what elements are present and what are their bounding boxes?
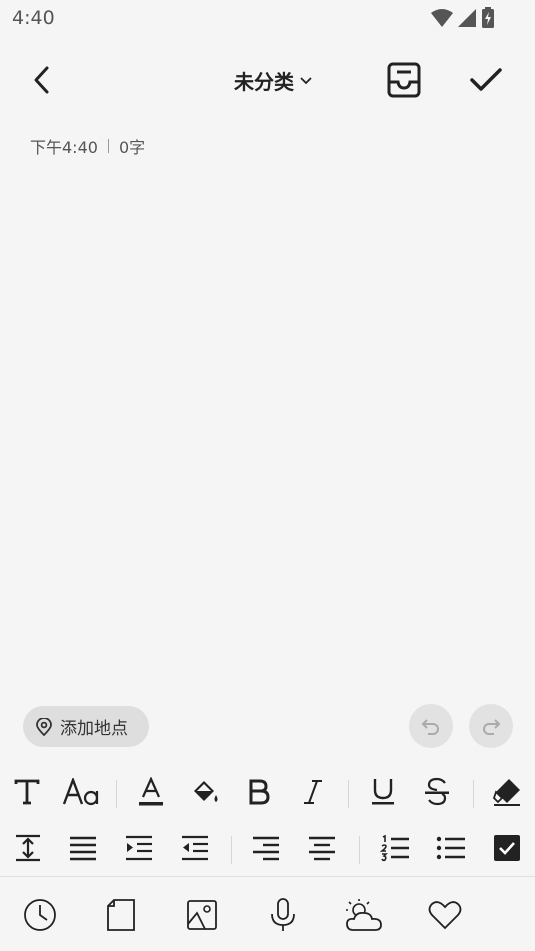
add-location-label: 添加地点 [60,719,128,739]
outdent-icon [182,835,208,861]
word-count: 0字 [118,138,146,157]
mood-button[interactable] [424,894,466,936]
indent-icon [126,835,152,861]
clear-format-button[interactable] [487,772,527,812]
format-toolbar-row-2 [0,820,535,876]
line-height-button[interactable] [8,828,48,868]
strikethrough-button[interactable] [417,772,457,812]
chevron-left-icon [34,66,49,94]
microphone-icon [271,898,295,931]
format-toolbar-row-1 [0,764,535,820]
bullet-list-icon [436,836,465,860]
highlight-bucket-icon [194,781,218,802]
align-right-icon [253,836,279,861]
heart-icon [428,901,462,930]
toolbar-divider [348,780,349,808]
checkbox-icon [494,835,520,861]
font-size-button[interactable] [61,772,101,812]
note-time: 下午4:40 [30,138,98,157]
numbered-list-icon [380,834,409,862]
italic-icon [304,780,322,804]
toolbar-divider [116,780,117,808]
text-color-button[interactable] [131,772,171,812]
text-style-icon [14,779,40,805]
align-right-button[interactable] [246,828,286,868]
align-center-icon [309,836,335,861]
category-selector[interactable]: 未分类 [234,66,312,95]
reminder-button[interactable] [19,894,61,936]
bottom-toolbar [0,878,535,951]
note-meta: 下午4:40 0字 [30,134,145,158]
numbered-list-button[interactable] [375,828,415,868]
align-left-icon [70,836,96,861]
category-label: 未分类 [234,70,294,94]
toolbar-divider [359,836,360,864]
indent-button[interactable] [119,828,159,868]
toolbar-divider [473,780,474,808]
top-bar: 未分类 [0,52,535,108]
weather-icon [346,899,382,931]
clock-icon [24,899,56,931]
undo-icon [421,719,439,735]
inbox-icon [387,62,421,98]
outdent-button[interactable] [175,828,215,868]
italic-button[interactable] [293,772,333,812]
check-icon [470,68,502,91]
status-icons [431,7,495,29]
done-button[interactable] [466,60,506,100]
add-location-button[interactable]: 添加地点 [23,706,149,747]
wifi-icon [431,9,453,27]
redo-button[interactable] [469,704,513,748]
image-button[interactable] [181,894,223,936]
attachment-button[interactable] [100,894,142,936]
image-icon [187,900,217,930]
bold-icon [249,779,270,805]
bullet-list-button[interactable] [431,828,471,868]
weather-button[interactable] [343,894,385,936]
toolbar-divider [231,836,232,864]
underline-icon [372,779,394,805]
redo-icon [483,719,501,735]
align-left-button[interactable] [63,828,103,868]
archive-button[interactable] [384,60,424,100]
back-button[interactable] [26,62,58,98]
bold-button[interactable] [239,772,279,812]
voice-button[interactable] [262,894,304,936]
checkbox-button[interactable] [487,828,527,868]
highlight-button[interactable] [185,772,225,812]
battery-icon [482,7,494,28]
underline-button[interactable] [363,772,403,812]
align-center-button[interactable] [302,828,342,868]
document-icon [107,899,135,931]
status-bar: 4:40 [0,0,535,36]
line-height-icon [16,834,40,862]
map-pin-icon [36,717,52,736]
status-time: 4:40 [12,7,55,29]
text-style-button[interactable] [7,772,47,812]
undo-button[interactable] [409,704,453,748]
toolbar-divider-line [0,876,535,877]
text-color-icon [139,777,163,806]
meta-separator [107,139,109,153]
chevron-down-icon [300,76,312,84]
font-size-icon [62,778,99,806]
signal-icon [458,9,476,27]
strikethrough-icon [425,777,449,806]
eraser-icon [492,779,520,806]
